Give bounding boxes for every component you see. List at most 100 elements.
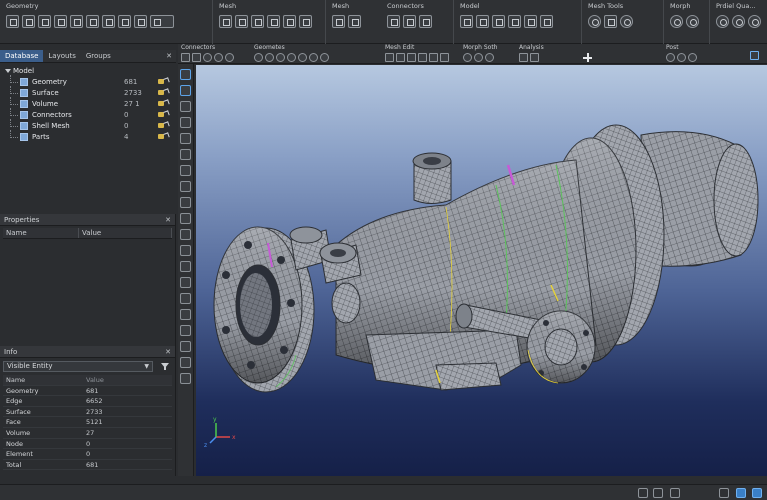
mesh-quality-icon[interactable] bbox=[283, 15, 296, 28]
visibility-toggle-icon[interactable] bbox=[158, 122, 168, 130]
contour-icon[interactable] bbox=[666, 53, 675, 62]
grid-icon[interactable] bbox=[118, 15, 131, 28]
quality-check-icon[interactable] bbox=[716, 15, 729, 28]
clip-plane-icon[interactable] bbox=[440, 53, 449, 62]
snap-toggle-icon[interactable] bbox=[670, 488, 680, 498]
create-line-icon[interactable] bbox=[22, 15, 35, 28]
column-header-name[interactable]: Name bbox=[3, 375, 83, 385]
tree-item-connectors[interactable]: Connectors 0 bbox=[8, 108, 172, 121]
rectangle-select-icon[interactable] bbox=[180, 85, 191, 96]
hide-icon[interactable] bbox=[180, 197, 191, 208]
transform-icon[interactable] bbox=[150, 15, 174, 28]
quality-plot-icon[interactable] bbox=[732, 15, 745, 28]
hidden-line-icon[interactable] bbox=[418, 53, 427, 62]
mesh-smooth-icon[interactable] bbox=[299, 15, 312, 28]
animate-icon[interactable] bbox=[688, 53, 697, 62]
tree-item-parts[interactable]: Parts 4 bbox=[8, 130, 172, 143]
measure-icon[interactable] bbox=[180, 117, 191, 128]
visibility-toggle-icon[interactable] bbox=[158, 100, 168, 108]
boundary-layer-icon[interactable] bbox=[332, 15, 345, 28]
table-icon[interactable] bbox=[134, 15, 147, 28]
view-mode-icon[interactable] bbox=[736, 488, 746, 498]
morph-select-icon[interactable] bbox=[463, 53, 472, 62]
column-header-value[interactable]: Value bbox=[83, 375, 104, 385]
isolate-icon[interactable] bbox=[180, 229, 191, 240]
zoom-icon[interactable] bbox=[309, 53, 318, 62]
view-front-icon[interactable] bbox=[254, 53, 263, 62]
lasso-select-icon[interactable] bbox=[180, 101, 191, 112]
camera-icon[interactable] bbox=[638, 488, 648, 498]
property-icon[interactable] bbox=[492, 15, 505, 28]
wireframe-icon[interactable] bbox=[385, 53, 394, 62]
entity-filter-select[interactable]: Visible Entity ▼ bbox=[3, 361, 153, 372]
settings-mode-icon[interactable] bbox=[752, 488, 762, 498]
pencil-icon[interactable] bbox=[604, 15, 617, 28]
model-check-icon[interactable] bbox=[540, 15, 553, 28]
connector-edit-icon[interactable] bbox=[403, 15, 416, 28]
shaded-edges-icon[interactable] bbox=[407, 53, 416, 62]
analysis-run-icon[interactable] bbox=[519, 53, 528, 62]
pointer-icon[interactable] bbox=[180, 69, 191, 80]
remesh-icon[interactable] bbox=[251, 15, 264, 28]
mesh-tool-rotate-icon[interactable] bbox=[588, 15, 601, 28]
visibility-toggle-icon[interactable] bbox=[158, 89, 168, 97]
rotate-view-icon[interactable] bbox=[180, 165, 191, 176]
close-icon[interactable]: ✕ bbox=[165, 214, 171, 226]
select-icon[interactable] bbox=[181, 53, 190, 62]
model-table-icon[interactable] bbox=[524, 15, 537, 28]
view-iso-icon[interactable] bbox=[287, 53, 296, 62]
morph-move-icon[interactable] bbox=[474, 53, 483, 62]
visibility-toggle-icon[interactable] bbox=[158, 111, 168, 119]
screenshot-icon[interactable] bbox=[180, 373, 191, 384]
tab-database[interactable]: Database bbox=[0, 50, 44, 62]
color-icon[interactable] bbox=[180, 357, 191, 368]
create-arc-icon[interactable] bbox=[38, 15, 51, 28]
free-edges-icon[interactable] bbox=[180, 309, 191, 320]
volume-mesh-icon[interactable] bbox=[235, 15, 248, 28]
tree-item-shell-mesh[interactable]: Shell Mesh 0 bbox=[8, 119, 172, 132]
surface-mesh-icon[interactable] bbox=[219, 15, 232, 28]
face-select-icon[interactable] bbox=[225, 53, 234, 62]
display-settings-icon[interactable] bbox=[750, 51, 759, 60]
tree-item-volume[interactable]: Volume 27 1 bbox=[8, 97, 172, 110]
filter-icon[interactable] bbox=[160, 362, 170, 371]
point-select-icon[interactable] bbox=[203, 53, 212, 62]
quality-report-icon[interactable] bbox=[748, 15, 761, 28]
assembly-icon[interactable] bbox=[508, 15, 521, 28]
view-side-icon[interactable] bbox=[276, 53, 285, 62]
visibility-toggle-icon[interactable] bbox=[158, 78, 168, 86]
shaded-icon[interactable] bbox=[396, 53, 405, 62]
fit-view-icon[interactable] bbox=[298, 53, 307, 62]
tree-item-geometry[interactable]: Geometry 681 bbox=[8, 75, 172, 88]
column-header-value[interactable]: Value bbox=[79, 228, 172, 238]
plus-icon[interactable] bbox=[583, 53, 592, 62]
explode-icon[interactable] bbox=[180, 149, 191, 160]
box-select-icon[interactable] bbox=[192, 53, 201, 62]
show-icon[interactable] bbox=[180, 213, 191, 224]
element-icon[interactable] bbox=[180, 277, 191, 288]
mesh-tool-check-icon[interactable] bbox=[620, 15, 633, 28]
label-icon[interactable] bbox=[180, 341, 191, 352]
view-top-icon[interactable] bbox=[265, 53, 274, 62]
zoom-window-icon[interactable] bbox=[180, 181, 191, 192]
normals-icon[interactable] bbox=[180, 293, 191, 304]
connector-create-icon[interactable] bbox=[387, 15, 400, 28]
close-icon[interactable]: ✕ bbox=[166, 50, 172, 63]
morph-shape-icon[interactable] bbox=[686, 15, 699, 28]
create-point-icon[interactable] bbox=[6, 15, 19, 28]
3d-viewport[interactable]: x y z bbox=[196, 65, 767, 476]
find-icon[interactable] bbox=[180, 325, 191, 336]
create-surface-icon[interactable] bbox=[54, 15, 67, 28]
transparency-icon[interactable] bbox=[429, 53, 438, 62]
material-icon[interactable] bbox=[476, 15, 489, 28]
column-header-name[interactable]: Name bbox=[3, 228, 79, 238]
visibility-toggle-icon[interactable] bbox=[158, 133, 168, 141]
snap-icon[interactable] bbox=[180, 245, 191, 256]
close-icon[interactable]: ✕ bbox=[165, 346, 171, 358]
grid-toggle-icon[interactable] bbox=[653, 488, 663, 498]
edge-select-icon[interactable] bbox=[214, 53, 223, 62]
tree-root-model[interactable]: Model bbox=[5, 67, 34, 75]
collapse-icon[interactable] bbox=[5, 69, 11, 73]
pan-icon[interactable] bbox=[320, 53, 329, 62]
part-icon[interactable] bbox=[460, 15, 473, 28]
